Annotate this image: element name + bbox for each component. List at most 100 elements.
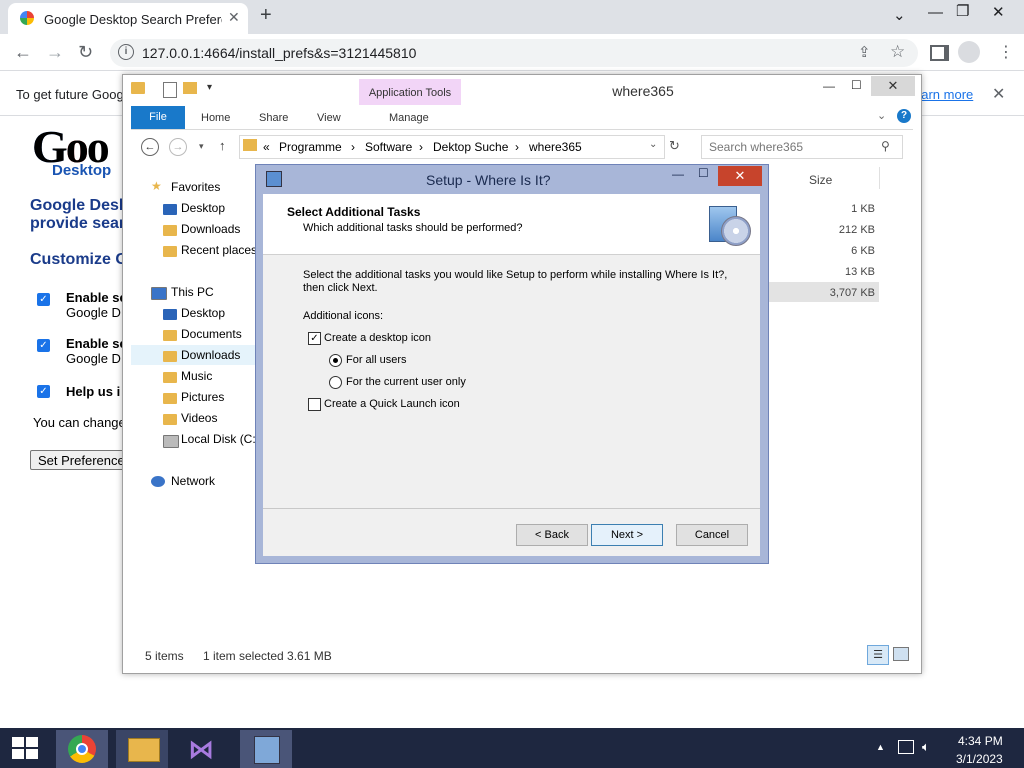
ribbon-expand-chevron-icon[interactable]: ⌄ [877,109,886,122]
refresh-icon[interactable]: ↻ [669,138,680,154]
browser-tab[interactable]: Google Desktop Search Preferen ✕ [8,3,248,34]
explorer-maximize-icon[interactable]: ☐ [851,78,862,92]
wizard-page-title: Select Additional Tasks [287,205,421,219]
nav-pc-pictures[interactable]: Pictures [181,390,224,404]
pc-downloads-folder-icon [163,351,177,362]
volume-icon[interactable]: 🔈︎ [922,739,930,755]
tab-title: Google Desktop Search Preferen [44,12,222,27]
nav-this-pc[interactable]: This PC [171,285,214,299]
current-user-radio[interactable] [329,376,342,389]
ribbon-tabs [131,105,913,130]
additional-icons-label: Additional icons: [303,310,384,322]
properties-icon[interactable] [163,82,177,98]
explorer-back-icon[interactable]: ← [141,138,159,156]
address-dropdown-icon[interactable]: ⌄ [649,139,657,150]
quick-launch-checkbox[interactable] [308,398,321,411]
option3-checkbox[interactable]: ✓ [37,385,50,398]
dialog-maximize-icon[interactable]: ☐ [698,166,709,180]
ribbon-tab-manage[interactable]: Manage [389,112,429,124]
url-text[interactable]: 127.0.0.1:4664/install_prefs&s=312144581… [142,45,416,61]
back-arrow-icon[interactable]: ← [14,42,32,63]
qat-dropdown-icon[interactable]: ▾ [207,82,212,93]
nav-pc-downloads[interactable]: Downloads [181,348,240,362]
next-button[interactable]: Next > [591,524,663,546]
set-preferences-button[interactable]: Set Preference [30,450,130,470]
nav-fav-desktop[interactable]: Desktop [181,201,225,215]
nav-pc-documents[interactable]: Documents [181,327,242,341]
details-view-icon[interactable]: ☰ [867,645,889,665]
recent-locations-icon[interactable]: ▾ [199,141,204,152]
crumb-where365[interactable]: where365 [529,140,582,154]
taskbar-chrome[interactable] [56,730,108,768]
desktop-icon-checkbox[interactable]: ✓ [308,332,321,345]
taskbar-visual-studio[interactable]: ⋈ [178,730,230,768]
nav-network[interactable]: Network [171,474,215,488]
ribbon-tab-file[interactable]: File [131,106,185,129]
crumb-programme[interactable]: Programme [279,140,342,154]
current-user-radio-label[interactable]: For the current user only [346,376,466,388]
network-tray-icon[interactable] [898,740,914,754]
clock-time[interactable]: 4:34 PM [958,734,1003,748]
cancel-button[interactable]: Cancel [676,524,748,546]
ribbon-tab-view[interactable]: View [317,112,341,124]
nav-pc-desktop[interactable]: Desktop [181,306,225,320]
option2-checkbox[interactable]: ✓ [37,339,50,352]
customize-heading: Customize G [30,251,128,268]
status-item-count: 5 items [145,649,184,663]
reload-icon[interactable]: ↻ [78,42,93,63]
minimize-icon[interactable]: — [928,4,943,21]
search-icon[interactable]: ⚲ [881,139,890,153]
back-button[interactable]: < Back [516,524,588,546]
new-tab-button[interactable]: + [260,4,272,27]
ribbon-tab-home[interactable]: Home [201,112,230,124]
tab-close-icon[interactable]: ✕ [228,9,240,26]
side-panel-icon[interactable] [930,45,949,61]
clock-date[interactable]: 3/1/2023 [956,752,1003,766]
profile-avatar-icon[interactable] [958,41,980,63]
windows-start-icon[interactable] [12,737,38,759]
taskbar-setup[interactable] [240,730,292,768]
tab-search-chevron-icon[interactable]: ⌄ [893,6,906,24]
explorer-close-button[interactable]: ✕ [871,76,915,96]
help-icon[interactable]: ? [897,109,911,123]
taskbar-file-explorer[interactable] [116,730,168,768]
large-icons-view-icon[interactable] [893,647,909,661]
learn-more-link[interactable]: earn more [914,87,973,102]
explorer-minimize-icon[interactable]: — [823,79,835,93]
nav-pc-local-disk[interactable]: Local Disk (C:) [181,432,260,446]
infobar-close-icon[interactable]: ✕ [992,84,1005,104]
all-users-radio[interactable] [329,354,342,367]
quick-launch-checkbox-label[interactable]: Create a Quick Launch icon [324,398,460,410]
crumb-software[interactable]: Software [365,140,412,154]
new-folder-icon[interactable] [183,82,197,94]
nav-pc-music[interactable]: Music [181,369,212,383]
nav-pc-videos[interactable]: Videos [181,411,217,425]
all-users-radio-label[interactable]: For all users [346,354,407,366]
dialog-minimize-icon[interactable]: — [672,167,684,181]
restore-icon[interactable]: ❐ [956,2,969,20]
menu-kebab-icon[interactable]: ⋮ [998,42,1014,62]
dialog-close-button[interactable]: ✕ [718,166,762,186]
crumb-dektop-suche[interactable]: Dektop Suche [433,140,508,154]
cd-disc-shape [721,216,751,246]
tray-overflow-icon[interactable]: ▲ [876,742,885,752]
browser-close-icon[interactable]: ✕ [992,3,1005,21]
nav-fav-recent[interactable]: Recent places [181,243,257,257]
this-pc-icon [151,287,167,300]
site-info-icon[interactable]: i [118,44,134,60]
bookmark-star-icon[interactable]: ☆ [890,42,905,62]
explorer-forward-icon[interactable]: → [169,138,187,156]
desktop-icon-checkbox-label[interactable]: Create a desktop icon [324,332,431,344]
up-arrow-icon[interactable]: ↑ [219,138,226,153]
nav-favorites[interactable]: Favorites [171,180,220,194]
share-icon[interactable]: ⇪ [858,43,871,61]
crumb-overflow[interactable]: « [263,140,270,154]
ribbon-tab-share[interactable]: Share [259,112,288,124]
nav-fav-downloads[interactable]: Downloads [181,222,240,236]
downloads-folder-icon [163,225,177,236]
column-size-header[interactable]: Size [809,173,832,187]
file-explorer-icon [128,738,160,762]
forward-arrow-icon[interactable]: → [46,42,64,63]
infobar-text: To get future Goog [16,87,124,102]
option1-checkbox[interactable]: ✓ [37,293,50,306]
